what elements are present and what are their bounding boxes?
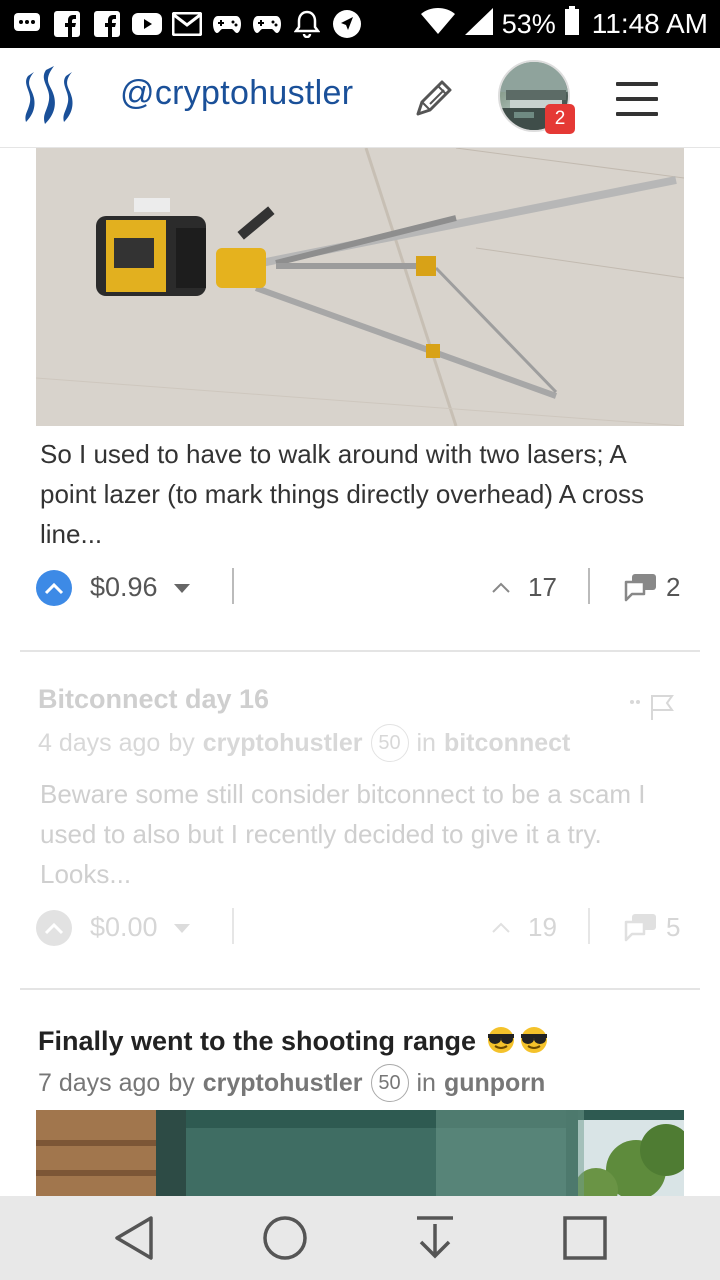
sunglasses-emoji-icon [484,1024,518,1054]
status-right: 53% 11:48 AM [420,5,708,43]
divider [232,568,234,604]
vote-count[interactable]: 19 [528,912,557,943]
post-image[interactable] [36,1110,684,1196]
comment-count[interactable]: 5 [666,912,680,943]
post-time: 7 days ago [38,1068,161,1097]
post-excerpt[interactable]: So I used to have to walk around with tw… [40,434,680,554]
game-controller-icon [252,9,282,39]
back-icon[interactable] [105,1208,165,1268]
bell-icon [292,9,322,39]
system-nav-bar [0,1196,720,1280]
post-separator [20,988,700,990]
post-excerpt[interactable]: Beware some still consider bitconnect to… [40,774,680,894]
game-controller-icon [212,9,242,39]
chevron-up-icon [492,920,510,933]
edit-icon[interactable] [412,76,456,120]
post-title[interactable]: Finally went to the shooting range [38,1026,476,1056]
chevron-down-icon[interactable] [174,924,190,933]
in-label: in [416,728,436,757]
in-label: in [416,1068,436,1097]
comments-icon[interactable] [624,572,658,602]
reputation-badge: 50 [370,1064,409,1102]
username[interactable]: @cryptohustler [120,74,353,113]
youtube-icon [132,9,162,39]
chat-icon [12,9,42,39]
post-actions: $0.96 17 2 [36,568,684,612]
comment-count[interactable]: 2 [666,572,680,603]
divider [232,908,234,944]
category-link[interactable]: bitconnect [444,729,570,758]
feed[interactable]: So I used to have to walk around with tw… [0,148,720,1196]
notification-badge[interactable]: 2 [545,104,575,134]
battery-icon [564,5,580,43]
status-bar: 53% 11:48 AM [0,0,720,48]
facebook-icon [52,9,82,39]
clock: 11:48 AM [591,8,708,39]
payout-value[interactable]: $0.96 [90,572,158,603]
post-meta: 4 days ago by cryptohustler 50 in bitcon… [38,724,570,762]
post-time: 4 days ago [38,728,161,757]
category-link[interactable]: gunporn [444,1069,545,1098]
facebook-icon [92,9,122,39]
post-actions: $0.00 19 5 [36,908,684,952]
navigation-icon [332,9,362,39]
chevron-up-icon [492,580,510,593]
by-label: by [168,1068,195,1097]
chevron-down-icon[interactable] [174,584,190,593]
wifi-icon [420,7,456,42]
author-link[interactable]: cryptohustler [203,1069,363,1098]
post-title-wrapper[interactable]: Finally went to the shooting range [38,1024,551,1057]
post-image[interactable] [36,148,684,426]
comments-icon[interactable] [624,912,658,942]
post-meta: 7 days ago by cryptohustler 50 in gunpor… [38,1064,545,1102]
divider [588,908,590,944]
vote-count[interactable]: 17 [528,572,557,603]
app-header: @cryptohustler 2 [0,48,720,148]
steemit-logo[interactable] [20,62,86,134]
notification-icons [12,9,362,39]
author-link[interactable]: cryptohustler [203,729,363,758]
battery-percent: 53% [501,8,556,39]
recents-icon[interactable] [555,1208,615,1268]
gmail-icon [172,9,202,39]
upvote-button[interactable] [36,570,72,606]
post-title[interactable]: Bitconnect day 16 [38,684,269,715]
signal-icon [464,7,494,42]
by-label: by [168,728,195,757]
upvote-button[interactable] [36,910,72,946]
sunglasses-emoji-icon [517,1024,551,1054]
reputation-badge: 50 [370,724,409,762]
home-icon[interactable] [255,1208,315,1268]
divider [588,568,590,604]
menu-icon[interactable] [616,82,658,116]
payout-value[interactable]: $0.00 [90,912,158,943]
flag-icon[interactable] [628,692,678,722]
download-icon[interactable] [405,1208,465,1268]
post-separator [20,650,700,652]
